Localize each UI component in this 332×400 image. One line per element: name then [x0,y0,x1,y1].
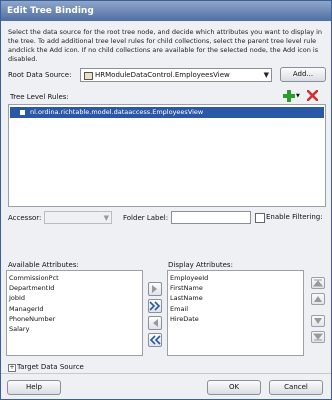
list-item[interactable]: DepartmentId [7,283,142,293]
tree-rule-row[interactable]: nl.ordina.richtable.model.dataaccess.Emp… [10,107,324,118]
arrow-right-icon [152,285,157,293]
footer-divider [1,373,331,374]
accessor-label: Accessor: [8,214,42,222]
double-arrow-left-icon [149,335,161,345]
root-data-source-select[interactable]: HRModuleDataControl.EmployeesView ▼ [80,68,272,82]
list-item[interactable]: Salary [7,324,142,334]
tree-level-rules-label: Tree Level Rules: [10,93,69,101]
list-item[interactable]: HireDate [168,314,303,324]
chevron-down-icon: ▼ [103,214,109,222]
list-item[interactable]: Email [168,304,303,314]
move-all-right-button[interactable] [148,299,162,313]
add-rule-icon[interactable] [283,90,295,102]
tree-rule-label: nl.ordina.richtable.model.dataaccess.Emp… [30,108,204,116]
add-data-source-button[interactable]: Add... [280,67,326,82]
tree-level-rules-panel: nl.ordina.richtable.model.dataaccess.Emp… [8,104,326,207]
move-up-button[interactable] [311,293,325,305]
available-attributes-label: Available Attributes: [8,261,79,269]
delete-rule-icon[interactable] [306,89,319,102]
chevron-down-icon: ▼ [263,71,269,79]
display-attributes-list[interactable]: EmployeeId FirstName LastName Email Hire… [167,270,304,356]
help-button[interactable]: Help [7,380,61,395]
move-all-left-button[interactable] [148,333,162,347]
root-data-source-label: Root Data Source: [8,71,72,79]
available-attributes-list[interactable]: CommissionPct DepartmentId JobId Manager… [6,270,143,356]
enable-filtering-label: Enable Filtering: [266,213,323,221]
target-data-source-label: Target Data Source [17,363,84,371]
display-attributes-label: Display Attributes: [168,261,233,269]
accessor-select[interactable]: ▼ [44,211,112,224]
arrow-left-icon [153,319,158,327]
list-item[interactable]: JobId [7,293,142,303]
list-item[interactable]: CommissionPct [7,273,142,283]
data-control-icon [84,72,93,80]
folder-label-input[interactable] [171,211,251,224]
list-item[interactable]: FirstName [168,283,303,293]
dialog-description: Select the data source for the root tree… [8,28,323,63]
expand-toggle-icon[interactable]: + [8,364,16,372]
move-left-button[interactable] [148,316,162,330]
root-data-source-value: HRModuleDataControl.EmployeesView [95,71,230,79]
cancel-button[interactable]: Cancel [269,380,323,395]
list-item[interactable]: PhoneNumber [7,314,142,324]
move-top-button[interactable] [311,277,325,289]
double-arrow-right-icon [149,301,161,311]
list-item[interactable]: EmployeeId [168,273,303,283]
move-right-button[interactable] [148,282,162,296]
move-down-button[interactable] [311,315,325,327]
folder-label-label: Folder Label: [123,214,169,222]
list-item[interactable]: LastName [168,293,303,303]
move-up-icon [314,296,322,302]
add-rule-dropdown-icon[interactable]: ▼ [296,93,300,99]
move-bottom-button[interactable] [311,331,325,343]
move-bottom-icon [312,333,324,341]
ok-button[interactable]: OK [207,380,261,395]
dialog-title: Edit Tree Binding [1,1,331,21]
edit-tree-binding-dialog: Edit Tree Binding Select the data source… [0,0,332,400]
list-item[interactable]: ManagerId [7,304,142,314]
move-top-icon [312,279,324,287]
move-down-icon [314,318,322,324]
enable-filtering-checkbox[interactable] [255,213,265,223]
tree-node-icon [20,110,25,115]
